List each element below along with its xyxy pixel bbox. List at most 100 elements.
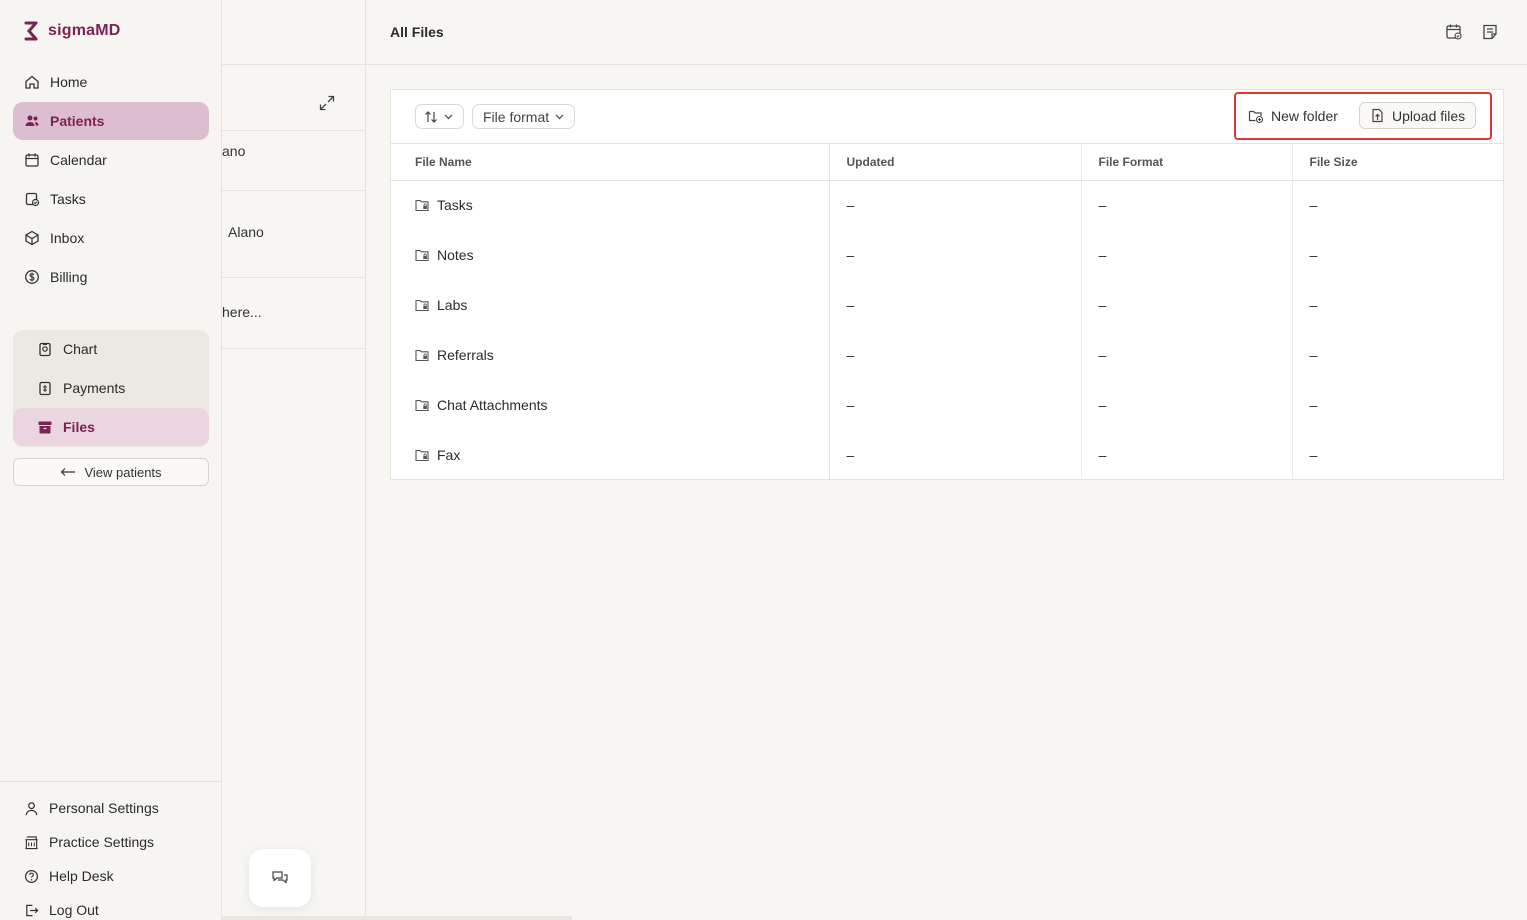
chevron-down-icon	[444, 114, 453, 119]
list-item-text: here...	[222, 304, 262, 320]
list-item[interactable]: Alano	[222, 191, 366, 278]
logout-icon	[26, 904, 39, 916]
tasks-icon	[25, 192, 40, 207]
expand-icon	[319, 95, 335, 111]
subnav-label-files: Files	[63, 419, 95, 435]
sort-button[interactable]	[415, 104, 464, 129]
file-name: Notes	[437, 247, 474, 263]
updated-cell: –	[829, 280, 1082, 330]
inbox-icon	[25, 230, 39, 246]
column-header-file-name[interactable]: File Name	[391, 144, 830, 181]
nav-item-tasks[interactable]: Tasks	[13, 180, 209, 218]
chevron-down-icon	[555, 114, 564, 119]
subnav-item-chart[interactable]: Chart	[13, 330, 209, 368]
file-format-filter[interactable]: File format	[472, 104, 576, 129]
format-cell: –	[1081, 330, 1293, 380]
help-desk-link[interactable]: Help Desk	[0, 859, 222, 893]
main-nav: Home Patients Calendar Tasks Inbox Billi…	[13, 63, 209, 297]
upload-icon	[1372, 108, 1383, 123]
table-row[interactable]: Notes – – –	[391, 230, 1503, 280]
nav-label-billing: Billing	[50, 269, 88, 285]
notes-top-button[interactable]	[1481, 23, 1499, 41]
brand-name: sigmaMD	[48, 22, 121, 39]
sidebar: sigmaMD Home Patients Calendar Tasks Inb…	[0, 0, 222, 920]
chat-button[interactable]	[249, 849, 311, 907]
users-icon	[25, 115, 39, 126]
folder-lock-icon	[415, 249, 429, 262]
format-cell: –	[1081, 280, 1293, 330]
upload-files-label: Upload files	[1392, 107, 1466, 124]
user-icon	[25, 801, 38, 815]
page-title: All Files	[390, 24, 444, 40]
log-out-link[interactable]: Log Out	[0, 893, 222, 920]
view-patients-button[interactable]: View patients	[13, 458, 209, 486]
tasks-top-button[interactable]	[1445, 23, 1463, 41]
subnav-item-payments[interactable]: Payments	[13, 369, 209, 407]
patient-list-pane: ano Alano here...	[222, 0, 366, 920]
personal-settings-link[interactable]: Personal Settings	[0, 791, 222, 825]
updated-cell: –	[829, 380, 1082, 430]
nav-item-calendar[interactable]: Calendar	[13, 141, 209, 179]
file-name: Referrals	[437, 347, 494, 363]
column-header-file-size[interactable]: File Size	[1292, 144, 1503, 181]
subnav-label-chart: Chart	[63, 341, 98, 357]
files-toolbar: File format New folder Upload files	[391, 90, 1503, 144]
file-name-cell[interactable]: Notes	[415, 247, 829, 263]
folder-lock-icon	[415, 449, 429, 462]
file-name: Tasks	[437, 197, 473, 214]
file-name: Chat Attachments	[437, 397, 548, 413]
nav-item-billing[interactable]: Billing	[13, 258, 209, 296]
column-header-updated[interactable]: Updated	[829, 144, 1082, 181]
horizontal-scrollbar[interactable]	[222, 916, 572, 920]
files-table: File Name Updated File Format File Size …	[391, 144, 1503, 480]
chart-icon	[39, 342, 51, 357]
upload-files-button[interactable]: Upload files	[1359, 102, 1477, 129]
format-cell: –	[1081, 230, 1293, 280]
expand-button[interactable]	[318, 94, 336, 112]
nav-item-inbox[interactable]: Inbox	[13, 219, 209, 257]
updated-cell: –	[829, 180, 1082, 230]
list-item-text: ano	[222, 143, 246, 159]
nav-label-home: Home	[50, 74, 88, 90]
log-out-label: Log Out	[49, 902, 99, 918]
main-content: All Files File format New folder Upload …	[366, 0, 1527, 920]
logo[interactable]: sigmaMD	[22, 20, 121, 42]
size-cell: –	[1309, 347, 1318, 363]
calendar-check-icon	[1446, 24, 1462, 40]
topbar: All Files	[366, 0, 1527, 65]
calendar-icon	[25, 153, 39, 167]
format-cell: –	[1081, 430, 1293, 480]
file-name-cell[interactable]: Fax	[415, 447, 829, 463]
list-item[interactable]: ano	[222, 130, 366, 191]
nav-label-patients: Patients	[50, 113, 105, 129]
personal-settings-label: Personal Settings	[49, 800, 159, 816]
note-icon	[1483, 24, 1497, 40]
format-cell: –	[1081, 380, 1293, 430]
updated-cell: –	[829, 430, 1082, 480]
size-cell: –	[1309, 447, 1318, 463]
folder-lock-icon	[415, 399, 429, 412]
practice-settings-link[interactable]: Practice Settings	[0, 825, 222, 859]
arrow-left-icon	[61, 468, 76, 476]
nav-label-tasks: Tasks	[50, 191, 86, 207]
table-row[interactable]: Chat Attachments – – –	[391, 380, 1503, 430]
table-row[interactable]: Fax – – –	[391, 430, 1503, 480]
file-name-cell[interactable]: Tasks	[415, 197, 829, 213]
subnav-item-files[interactable]: Files	[13, 408, 209, 446]
file-name-cell[interactable]: Referrals	[415, 347, 829, 363]
nav-item-patients[interactable]: Patients	[13, 102, 209, 140]
nav-label-inbox: Inbox	[50, 230, 85, 246]
table-header-row: File Name Updated File Format File Size	[391, 144, 1503, 181]
table-row[interactable]: Referrals – – –	[391, 330, 1503, 380]
table-row[interactable]: Labs – – –	[391, 280, 1503, 330]
list-item-text: Alano	[228, 224, 264, 240]
file-name-cell[interactable]: Labs	[415, 297, 829, 313]
format-cell: –	[1081, 180, 1293, 230]
column-header-file-format[interactable]: File Format	[1081, 144, 1293, 181]
help-icon	[24, 869, 39, 883]
new-folder-button[interactable]: New folder	[1238, 102, 1348, 129]
list-item[interactable]: here...	[222, 278, 366, 349]
file-name-cell[interactable]: Chat Attachments	[415, 397, 829, 413]
nav-item-home[interactable]: Home	[13, 63, 209, 101]
table-row[interactable]: Tasks – – –	[391, 180, 1503, 230]
